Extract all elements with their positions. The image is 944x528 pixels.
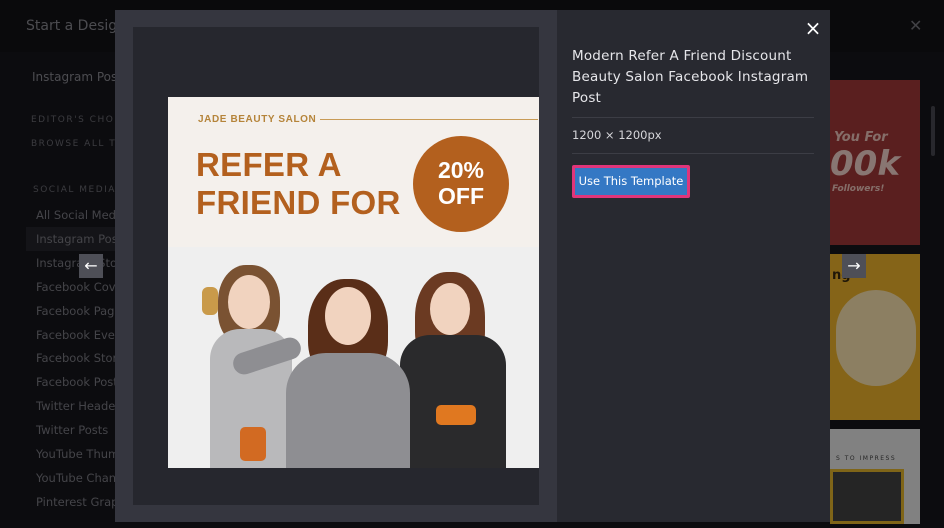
next-template-arrow-icon[interactable]: → bbox=[842, 254, 866, 278]
previous-template-arrow-icon[interactable]: ← bbox=[79, 254, 103, 278]
shirt-shape bbox=[286, 353, 410, 468]
preview-pane: JADE BEAUTY SALON REFER A FRIEND FOR 20%… bbox=[115, 10, 557, 522]
template-title: Modern Refer A Friend Discount Beauty Sa… bbox=[572, 48, 809, 106]
template-info-panel: Modern Refer A Friend Discount Beauty Sa… bbox=[572, 10, 830, 522]
discount-label: OFF bbox=[438, 183, 484, 209]
salon-team-photo bbox=[168, 247, 539, 468]
brush-icon bbox=[436, 405, 476, 425]
brush-icon bbox=[240, 427, 266, 461]
shirt-shape bbox=[400, 335, 506, 468]
headline-line: FRIEND FOR bbox=[196, 184, 401, 221]
headline: REFER A FRIEND FOR bbox=[196, 146, 406, 222]
salon-name: JADE BEAUTY SALON bbox=[198, 114, 317, 125]
close-icon[interactable]: × bbox=[802, 17, 824, 39]
face-shape bbox=[228, 275, 270, 329]
brush-icon bbox=[202, 287, 218, 315]
discount-badge: 20% OFF bbox=[413, 136, 509, 232]
use-template-button[interactable]: Use This Template bbox=[572, 165, 690, 198]
template-dimensions: 1200 × 1200px bbox=[572, 128, 662, 142]
template-preview-image: JADE BEAUTY SALON REFER A FRIEND FOR 20%… bbox=[168, 97, 539, 468]
salon-divider bbox=[320, 119, 538, 120]
template-preview-modal: JADE BEAUTY SALON REFER A FRIEND FOR 20%… bbox=[115, 10, 830, 522]
face-shape bbox=[325, 287, 371, 345]
discount-value: 20% bbox=[437, 157, 485, 183]
preview-frame: JADE BEAUTY SALON REFER A FRIEND FOR 20%… bbox=[133, 27, 539, 505]
headline-line: REFER A bbox=[196, 146, 342, 183]
divider bbox=[572, 117, 814, 118]
divider bbox=[572, 153, 814, 154]
face-shape bbox=[430, 283, 470, 335]
